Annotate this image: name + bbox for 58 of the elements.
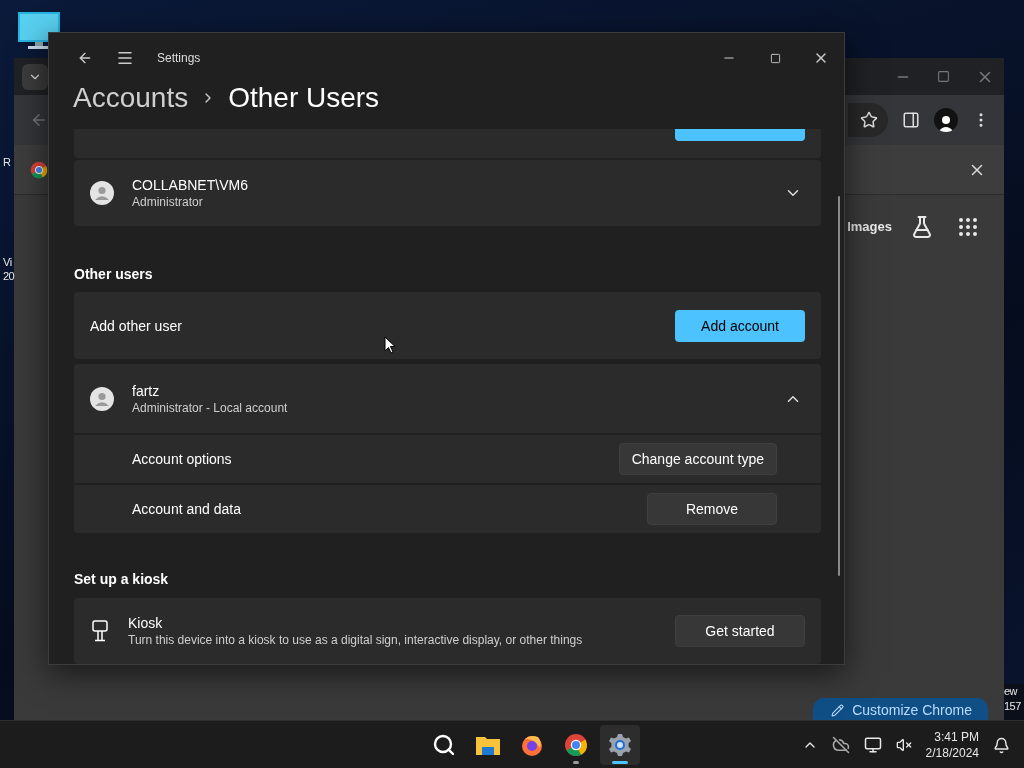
apps-grid-icon[interactable] — [956, 215, 980, 239]
user-avatar-icon — [90, 181, 114, 205]
cloud-off-icon[interactable] — [831, 736, 850, 754]
window-title: Settings — [157, 51, 202, 65]
option-label: Account and data — [132, 501, 242, 517]
kiosk-icon — [90, 620, 110, 642]
menu-icon[interactable] — [116, 49, 134, 67]
gear-icon — [608, 733, 632, 757]
maximize-icon[interactable] — [937, 70, 950, 83]
get-started-button[interactable]: Get started — [675, 615, 805, 647]
back-icon[interactable] — [77, 50, 93, 66]
notification-icon[interactable] — [993, 736, 1010, 754]
breadcrumb-link[interactable]: Accounts — [73, 82, 189, 114]
clock-time: 3:41 PM — [934, 729, 979, 745]
add-account-button[interactable]: Add account — [675, 309, 805, 342]
network-icon[interactable] — [863, 736, 882, 754]
section-heading: Set up a kiosk — [74, 570, 170, 589]
user-name: fartz — [132, 381, 161, 400]
user-name: COLLABNET\VM6 — [132, 176, 249, 194]
kiosk-title: Kiosk — [128, 614, 164, 632]
taskbar-app[interactable] — [600, 725, 640, 765]
desktop-label: ew — [1004, 684, 1019, 699]
clock-date: 2/18/2024 — [925, 745, 979, 761]
maximize-icon[interactable] — [769, 52, 781, 64]
star-icon[interactable] — [860, 111, 878, 129]
mouse-pointer-icon — [384, 336, 396, 354]
section-heading: Other users — [74, 265, 154, 284]
side-panel-icon[interactable] — [902, 111, 920, 129]
pencil-icon — [831, 703, 845, 717]
images-link[interactable]: Images — [847, 215, 892, 239]
chrome-logo-icon — [564, 733, 588, 757]
monitor-icon[interactable] — [18, 12, 60, 50]
chrome-logo-icon — [30, 160, 48, 179]
kiosk-description: Turn this device into a kiosk to use as a digital sign, interactive display, or other things — [128, 632, 584, 648]
option-label: Account options — [132, 451, 233, 467]
profile-icon[interactable] — [934, 108, 958, 132]
volume-muted-icon[interactable] — [895, 737, 912, 753]
clock[interactable]: 3:41 PM 2/18/2024 — [925, 729, 979, 761]
folder-icon — [475, 734, 501, 756]
user-card[interactable]: COLLABNET\VM6 Administrator — [74, 160, 821, 226]
flask-icon[interactable] — [910, 215, 934, 239]
option-button[interactable]: Remove — [647, 493, 777, 525]
desktop-label: Vi — [3, 255, 12, 270]
page-title: Other Users — [228, 82, 380, 114]
fox-flame-icon — [520, 733, 544, 757]
add-user-label: Add other user — [90, 317, 183, 334]
user-role: Administrator - Local account — [132, 399, 289, 416]
desktop-label: 157 — [1004, 699, 1022, 714]
customize-chrome-button[interactable]: Customize Chrome — [813, 698, 988, 720]
search-icon — [432, 733, 456, 757]
option-button[interactable]: Change account type — [618, 443, 777, 475]
user-role: Administrator — [132, 194, 204, 210]
user-card[interactable]: fartz Administrator - Local account — [74, 364, 821, 433]
desktop-label: R — [3, 155, 11, 170]
user-avatar-icon — [90, 386, 114, 411]
desktop-label: 20 — [3, 269, 15, 284]
address-bar[interactable] — [848, 103, 888, 137]
scrollbar[interactable] — [838, 196, 840, 576]
